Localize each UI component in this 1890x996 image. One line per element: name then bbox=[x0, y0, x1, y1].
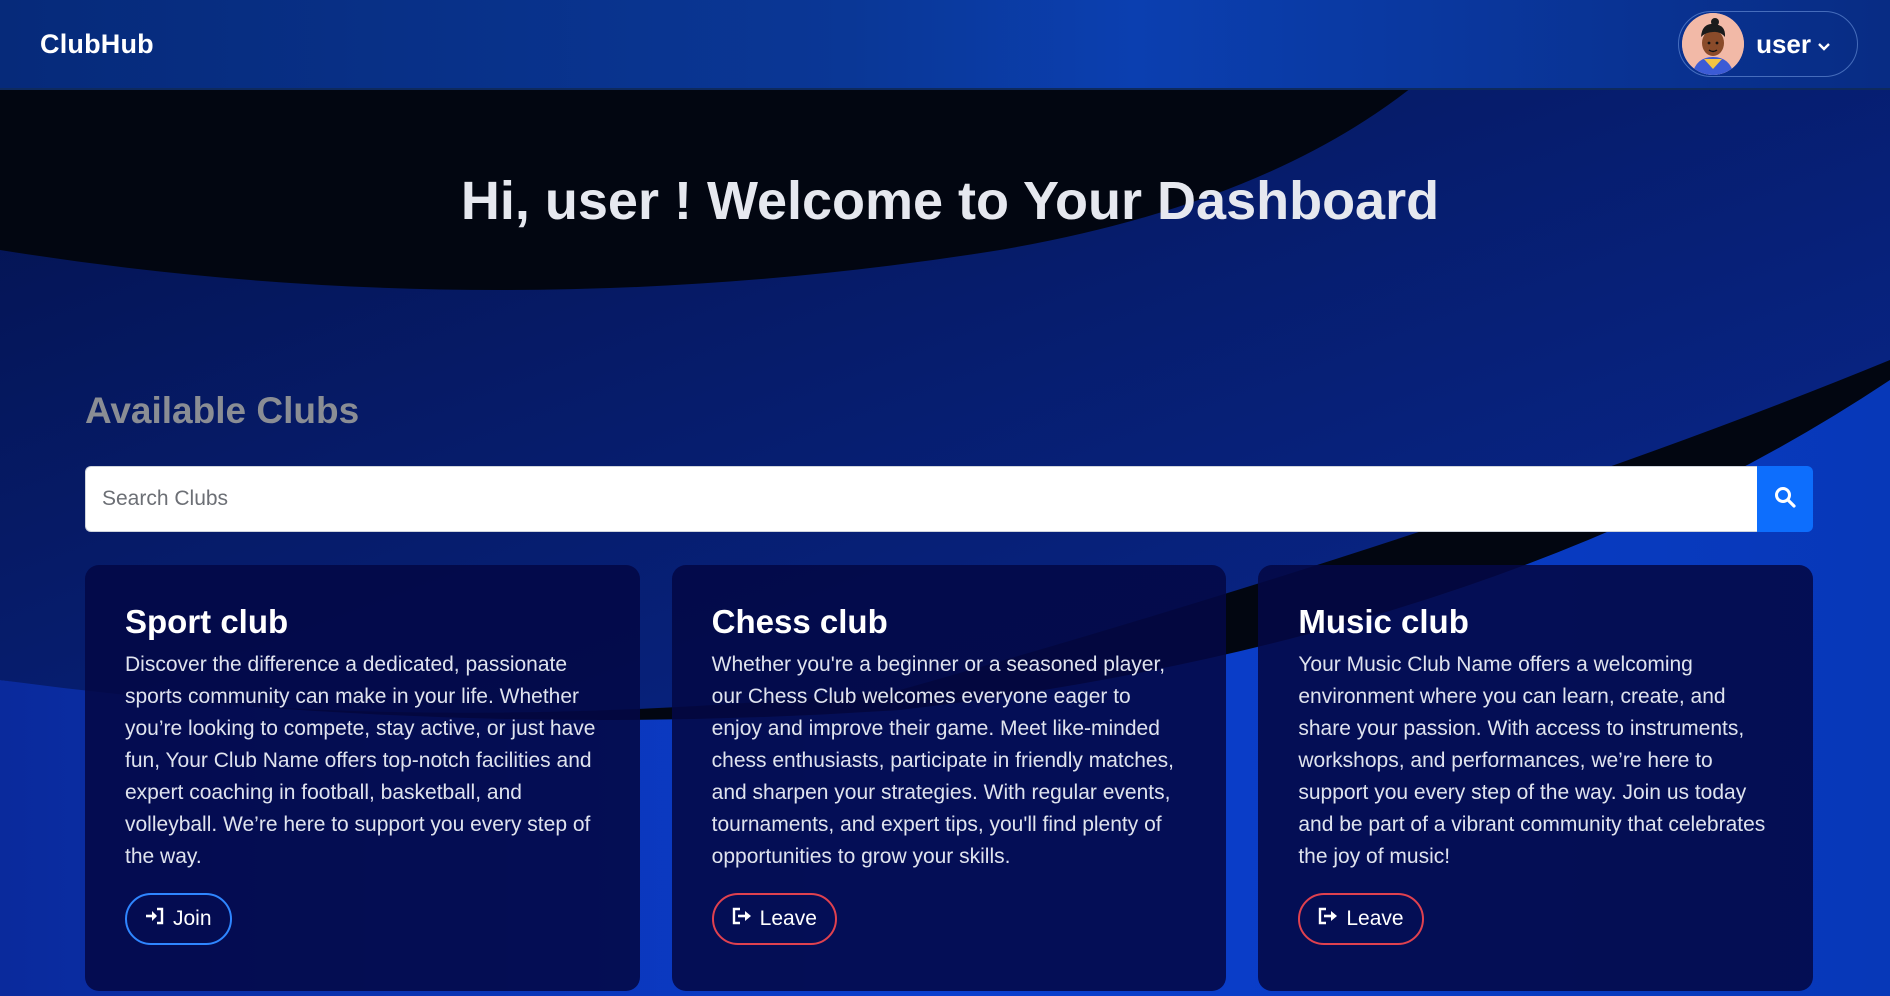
brand-logo[interactable]: ClubHub bbox=[40, 29, 154, 60]
sign-in-icon bbox=[145, 907, 165, 931]
search-icon bbox=[1774, 486, 1796, 513]
leave-club-button[interactable]: Leave bbox=[1298, 893, 1424, 945]
dashboard-welcome-title: Hi, user ! Welcome to Your Dashboard bbox=[460, 171, 1440, 231]
club-card-sport: Sport club Discover the difference a ded… bbox=[85, 565, 640, 991]
leave-label: Leave bbox=[1346, 907, 1404, 930]
sign-out-icon bbox=[1318, 907, 1338, 931]
join-label: Join bbox=[173, 907, 212, 930]
club-card-music: Music club Your Music Club Name offers a… bbox=[1258, 565, 1814, 991]
club-title: Music club bbox=[1298, 603, 1469, 640]
user-menu-button[interactable]: user bbox=[1678, 11, 1858, 77]
user-name: user bbox=[1756, 28, 1811, 59]
search-clubs-input[interactable] bbox=[85, 466, 1757, 532]
club-cards: Sport club Discover the difference a ded… bbox=[85, 565, 1814, 991]
top-navbar: ClubHub user bbox=[0, 0, 1890, 90]
chevron-down-icon bbox=[1817, 36, 1831, 57]
club-description: Your Music Club Name offers a welcoming … bbox=[1298, 653, 1766, 868]
club-card-chess: Chess club Whether you're a beginner or … bbox=[671, 565, 1227, 991]
join-club-button[interactable]: Join bbox=[125, 893, 232, 945]
leave-club-button[interactable]: Leave bbox=[711, 893, 837, 945]
club-title: Sport club bbox=[125, 603, 289, 640]
sign-out-icon bbox=[732, 907, 752, 931]
club-search-bar bbox=[85, 466, 1813, 532]
club-description: Whether you're a beginner or a seasoned … bbox=[711, 653, 1174, 868]
available-clubs-heading: Available Clubs bbox=[85, 390, 360, 431]
user-avatar bbox=[1682, 13, 1745, 75]
search-button[interactable] bbox=[1757, 466, 1813, 532]
leave-label: Leave bbox=[759, 907, 817, 930]
club-description: Discover the difference a dedicated, pas… bbox=[125, 653, 596, 868]
club-title: Chess club bbox=[711, 603, 888, 640]
